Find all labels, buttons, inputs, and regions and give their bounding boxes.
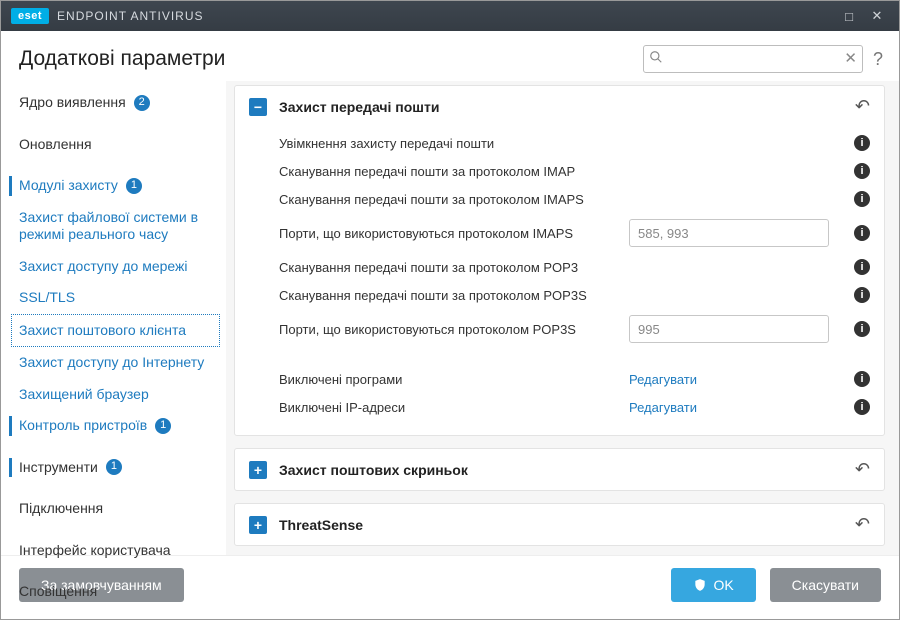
sidebar-item-label: Захист поштового клієнта [19,322,186,340]
setting-label: Виключені програми [279,372,629,387]
undo-icon[interactable]: ↶ [855,96,870,117]
setting-row: Сканування передачі пошти за протоколом … [279,253,880,281]
sidebar-item-label: Підключення [19,500,103,518]
sidebar-item-ui[interactable]: Інтерфейс користувача [1,535,226,567]
sidebar-item-mail-client[interactable]: Захист поштового клієнта [11,314,220,348]
header: Додаткові параметри ✕ ? [1,31,899,81]
setting-label: Сканування передачі пошти за протоколом … [279,164,629,179]
setting-row: Сканування передачі пошти за протоколом … [279,185,880,213]
setting-label: Сканування передачі пошти за протоколом … [279,260,629,275]
sidebar-item-label: Захищений браузер [19,386,149,404]
setting-row: Увімкнення захисту передачі пошти i [279,129,880,157]
sidebar-item-label: Захист файлової системи в режимі реально… [19,209,212,244]
panel-head[interactable]: + Захист поштових скриньок ↶ [235,449,884,490]
badge: 1 [155,418,171,434]
sidebar-item-label: SSL/TLS [19,289,75,307]
sidebar-item-web-access[interactable]: Захист доступу до Інтернету [1,347,226,379]
sidebar-item-label: Інтерфейс користувача [19,542,171,560]
setting-row: Сканування передачі пошти за протоколом … [279,157,880,185]
sidebar-item-realtime-fs[interactable]: Захист файлової системи в режимі реально… [1,202,226,251]
info-icon[interactable]: i [854,371,870,387]
help-icon[interactable]: ? [873,49,883,70]
badge: 1 [126,178,142,194]
setting-row: Сканування передачі пошти за протоколом … [279,281,880,309]
panel-email-transport: − Захист передачі пошти ↶ Увімкнення зах… [234,85,885,436]
sidebar: Ядро виявлення 2 Оновлення Модулі захист… [1,81,226,555]
expand-icon[interactable]: + [249,516,267,534]
info-icon[interactable]: i [854,399,870,415]
info-icon[interactable]: i [854,191,870,207]
setting-label: Сканування передачі пошти за протоколом … [279,192,629,207]
undo-icon[interactable]: ↶ [855,514,870,535]
sidebar-item-network-access[interactable]: Захист доступу до мережі [1,251,226,283]
content: − Захист передачі пошти ↶ Увімкнення зах… [226,81,899,555]
sidebar-item-label: Ядро виявлення [19,94,126,112]
info-icon[interactable]: i [854,135,870,151]
collapse-icon[interactable]: − [249,98,267,116]
page-title: Додаткові параметри [19,47,225,71]
sidebar-item-tools[interactable]: Інструменти 1 [1,452,226,484]
panel-head[interactable]: − Захист передачі пошти ↶ [235,86,884,127]
badge: 2 [134,95,150,111]
ports-pop3s-input[interactable] [629,315,829,343]
sidebar-item-update[interactable]: Оновлення [1,129,226,161]
info-icon[interactable]: i [854,287,870,303]
cancel-button[interactable]: Скасувати [770,568,881,602]
sidebar-item-connection[interactable]: Підключення [1,493,226,525]
setting-row: Порти, що використовуються протоколом PO… [279,309,880,349]
setting-label: Порти, що використовуються протоколом PO… [279,322,629,337]
badge: 1 [106,459,122,475]
setting-label: Увімкнення захисту передачі пошти [279,136,629,151]
sidebar-item-device-control[interactable]: Контроль пристроїв 1 [1,410,226,442]
shield-icon [693,578,707,592]
titlebar: eset ENDPOINT ANTIVIRUS □ ✕ [1,1,899,31]
setting-row: Порти, що використовуються протоколом IM… [279,213,880,253]
sidebar-item-label: Контроль пристроїв [19,417,147,435]
panel-body: Увімкнення захисту передачі пошти i Скан… [235,127,884,435]
info-icon[interactable]: i [854,163,870,179]
sidebar-item-detection-core[interactable]: Ядро виявлення 2 [1,87,226,119]
sidebar-item-label: Інструменти [19,459,98,477]
panel-title: ThreatSense [279,517,363,533]
ok-button[interactable]: OK [671,568,755,602]
ports-imaps-input[interactable] [629,219,829,247]
setting-label: Виключені IP-адреси [279,400,629,415]
edit-excluded-ips-link[interactable]: Редагувати [629,400,697,415]
sidebar-item-label: Сповіщення [19,583,97,601]
setting-row: Виключені програми Редагувати i [279,365,880,393]
info-icon[interactable]: i [854,259,870,275]
window-maximize-icon[interactable]: □ [835,9,863,24]
panel-title: Захист передачі пошти [279,99,439,115]
ok-button-label: OK [713,577,733,593]
info-icon[interactable]: i [854,321,870,337]
sidebar-item-label: Захист доступу до Інтернету [19,354,204,372]
search-wrap: ✕ [643,45,863,73]
panel-title: Захист поштових скриньок [279,462,468,478]
sidebar-item-ssl-tls[interactable]: SSL/TLS [1,282,226,314]
panel-head[interactable]: + ThreatSense ↶ [235,504,884,545]
search-icon [649,50,663,67]
expand-icon[interactable]: + [249,461,267,479]
panel-mailboxes: + Захист поштових скриньок ↶ [234,448,885,491]
sidebar-item-label: Захист доступу до мережі [19,258,188,276]
sidebar-item-protection-modules[interactable]: Модулі захисту 1 [1,170,226,202]
sidebar-item-label: Модулі захисту [19,177,118,195]
brand-text: ENDPOINT ANTIVIRUS [57,9,203,23]
search-input[interactable] [643,45,863,73]
sidebar-item-secure-browser[interactable]: Захищений браузер [1,379,226,411]
edit-excluded-apps-link[interactable]: Редагувати [629,372,697,387]
clear-search-icon[interactable]: ✕ [844,49,857,67]
setting-label: Сканування передачі пошти за протоколом … [279,288,629,303]
setting-row: Виключені IP-адреси Редагувати i [279,393,880,421]
undo-icon[interactable]: ↶ [855,459,870,480]
brand-badge: eset [11,8,49,24]
sidebar-item-notifications[interactable]: Сповіщення [1,576,226,608]
window-close-icon[interactable]: ✕ [863,8,891,24]
info-icon[interactable]: i [854,225,870,241]
sidebar-item-label: Оновлення [19,136,92,154]
setting-label: Порти, що використовуються протоколом IM… [279,226,629,241]
panel-threatsense: + ThreatSense ↶ [234,503,885,546]
